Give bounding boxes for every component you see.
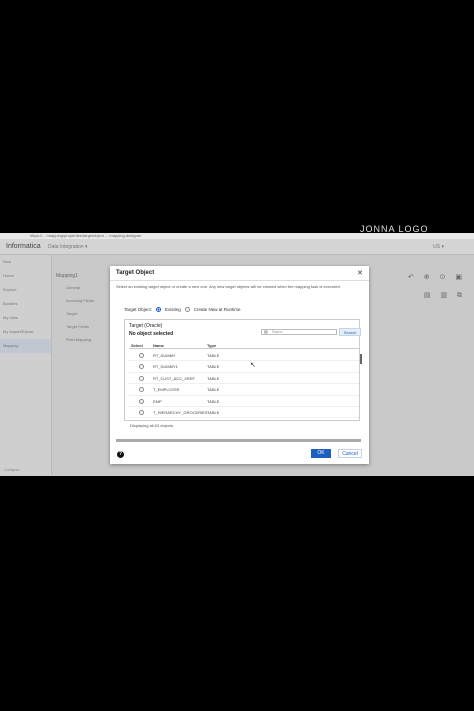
radio-create-new-label[interactable]: Create New at Runtime: [194, 307, 241, 312]
toolbar-icons[interactable]: ↶ ⊕ ⊙ ▣: [408, 273, 466, 281]
row-name: RT_DUMMY: [153, 353, 176, 358]
table-row[interactable]: RT_DUMMY TABLE: [129, 350, 359, 362]
row-type: TABLE: [207, 387, 220, 393]
nav-item-import-export[interactable]: My Import/Export: [0, 325, 51, 339]
nav-item-explore[interactable]: Explore: [0, 283, 51, 297]
target-object-dialog: Target Object ✕ Select an existing targe…: [110, 266, 369, 464]
row-type: TABLE: [207, 364, 220, 370]
nav-item-home[interactable]: Home: [0, 269, 51, 283]
row-type: TABLE: [207, 375, 220, 381]
mouse-cursor-icon: ↖: [250, 362, 256, 369]
radio-create-new[interactable]: [184, 307, 190, 312]
nav-item-mapping[interactable]: Mapping: [0, 339, 51, 353]
object-panel: Target (Oracle) No object selected ▤ Nam…: [124, 319, 361, 421]
row-radio[interactable]: [139, 398, 144, 404]
nav-item-new[interactable]: New: [0, 255, 51, 269]
props-item-target-fields[interactable]: Target Fields: [66, 320, 106, 333]
help-icon[interactable]: ?: [117, 451, 124, 458]
props-item-field-mapping[interactable]: Field Mapping: [66, 333, 106, 346]
table-row[interactable]: EMP TABLE: [129, 396, 359, 407]
table-row[interactable]: T_HIERARCHY_GROCERIES TABLE: [129, 407, 359, 418]
col-type[interactable]: Type: [207, 343, 216, 348]
app-header: Informatica Data Integration ▾ US ▾: [0, 239, 474, 255]
horizontal-scrollbar[interactable]: [116, 439, 361, 442]
table-header: Select Name Type: [129, 342, 359, 349]
panel-title: Target (Oracle): [129, 323, 163, 329]
mapping-tab[interactable]: Mapping1: [56, 273, 78, 279]
search-field-icon: ▤: [264, 329, 268, 334]
table-body: RT_DUMMY TABLE RT_DUMMY1 TABLE RT_CUST_A…: [129, 350, 359, 418]
row-type: TABLE: [207, 398, 220, 404]
search-placeholder: Name: [272, 329, 283, 334]
row-radio[interactable]: [139, 353, 144, 358]
search-button[interactable]: Search: [339, 328, 361, 336]
search-input[interactable]: ▤ Name: [261, 329, 337, 335]
table-row[interactable]: RT_DUMMY1 TABLE: [129, 361, 359, 373]
row-radio[interactable]: [139, 364, 144, 370]
row-name: RT_DUMMY1: [153, 364, 178, 370]
row-radio[interactable]: [139, 409, 144, 415]
nav-item-bundles[interactable]: Bundles: [0, 297, 51, 311]
close-icon[interactable]: ✕: [357, 269, 363, 277]
props-item-incoming[interactable]: Incoming Fields: [66, 294, 106, 307]
table-row[interactable]: RT_CUST_ACC_XREF TABLE: [129, 373, 359, 385]
radio-existing-label[interactable]: Existing: [165, 307, 181, 312]
recording-overlay-text: JONNA LOGO: [360, 224, 429, 234]
row-name: T_HIERARCHY_GROCERIES: [153, 409, 208, 415]
radio-existing[interactable]: [156, 307, 162, 312]
props-item-target[interactable]: Target: [66, 307, 106, 320]
app-logo: Informatica: [6, 243, 41, 250]
divider: [110, 280, 369, 281]
nav-collapse[interactable]: Collapse: [4, 467, 20, 472]
target-object-options: Target Object: Existing Create New at Ru…: [124, 307, 241, 312]
cancel-button[interactable]: Cancel: [338, 449, 362, 458]
row-radio[interactable]: [139, 387, 144, 393]
row-type: TABLE: [207, 353, 220, 358]
row-name: RT_CUST_ACC_XREF: [153, 375, 195, 381]
dialog-title: Target Object: [116, 270, 155, 276]
table-row[interactable]: T_EMPLOYEE TABLE: [129, 384, 359, 396]
col-name[interactable]: Name: [153, 343, 164, 348]
panel-icons[interactable]: ▤ ▥ ⧉: [424, 291, 466, 300]
row-type: TABLE: [207, 409, 220, 415]
row-name: EMP: [153, 398, 162, 404]
left-nav: New Home Explore Bundles My Jobs My Impo…: [0, 255, 52, 476]
col-select: Select: [131, 343, 143, 348]
properties-list: General Incoming Fields Target Target Fi…: [66, 281, 106, 476]
selection-status: No object selected: [129, 331, 174, 337]
app-switcher[interactable]: Data Integration ▾: [48, 244, 87, 250]
nav-item-my-jobs[interactable]: My Jobs: [0, 311, 51, 325]
props-item-general[interactable]: General: [66, 281, 106, 294]
row-name: T_EMPLOYEE: [153, 387, 180, 393]
target-object-label: Target Object:: [124, 307, 153, 312]
table-scrollbar[interactable]: [360, 354, 362, 364]
object-count: Displaying all 63 objects.: [130, 423, 175, 428]
row-radio[interactable]: [139, 375, 144, 381]
ok-button[interactable]: OK: [311, 449, 331, 458]
dialog-description: Select an existing target object or crea…: [116, 284, 341, 289]
org-selector[interactable]: US ▾: [433, 244, 444, 250]
